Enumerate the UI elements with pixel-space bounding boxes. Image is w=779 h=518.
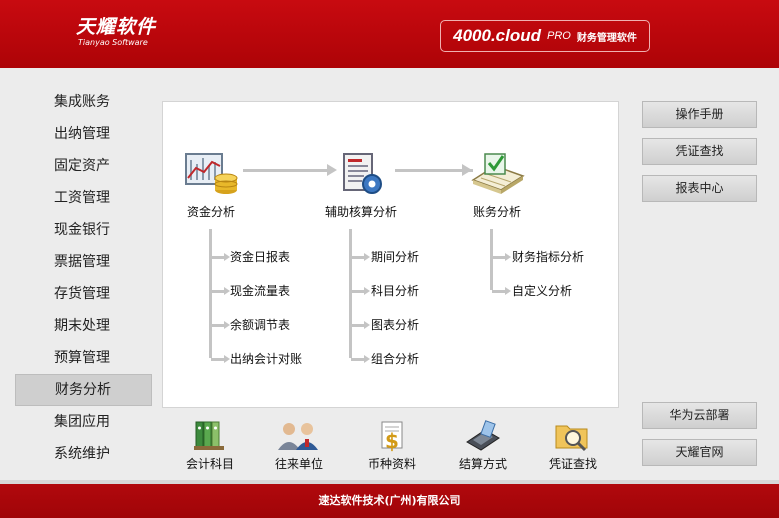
product-badge: 4000.cloud PRO 财务管理软件 [440, 20, 650, 52]
tree-line [349, 229, 352, 358]
sidebar-item-financial-analysis[interactable]: 财务分析 [15, 374, 152, 406]
node-label: 辅助核算分析 [324, 205, 397, 219]
product-desc: 财务管理软件 [576, 32, 637, 44]
sidebar-item-bills[interactable]: 票据管理 [15, 246, 152, 278]
link-cashier-accounting-reconcile[interactable]: 出纳会计对账 [230, 350, 302, 367]
tree-branch [211, 324, 225, 327]
link-balance-reconciliation[interactable]: 余额调节表 [230, 316, 290, 333]
link-combined-analysis[interactable]: 组合分析 [371, 350, 419, 367]
product-edition: PRO [547, 30, 571, 42]
sidebar-item-inventory[interactable]: 存货管理 [15, 278, 152, 310]
tree-line [490, 229, 493, 290]
tree-arrow [364, 355, 370, 363]
sidebar-item-group-apps[interactable]: 集团应用 [15, 406, 152, 438]
tree-arrow [364, 321, 370, 329]
node-ledger-analysis[interactable]: 账务分析 [461, 150, 533, 220]
node-fund-analysis[interactable]: 资金分析 [179, 150, 243, 220]
tree-branch [351, 324, 365, 327]
tree-arrow [364, 253, 370, 261]
report-center-button[interactable]: 报表中心 [642, 175, 757, 202]
official-website-button[interactable]: 天耀官网 [642, 439, 757, 466]
fund-chart-coins-icon [185, 153, 238, 194]
bottom-voucher-search[interactable]: 凭证查找 [538, 420, 608, 472]
bottom-label: 往来单位 [274, 457, 323, 471]
binders-icon [194, 421, 224, 450]
currency-doc-icon: $ [381, 421, 403, 452]
sidebar-item-cash-bank[interactable]: 现金银行 [15, 214, 152, 246]
sidebar-item-system-maintenance[interactable]: 系统维护 [15, 438, 152, 470]
sidebar-item-payroll[interactable]: 工资管理 [15, 182, 152, 214]
tree-branch [351, 358, 365, 361]
sidebar-item-budget[interactable]: 预算管理 [15, 342, 152, 374]
bottom-currency-data[interactable]: $ 币种资料 [357, 420, 427, 472]
link-fund-daily-report[interactable]: 资金日报表 [230, 248, 290, 265]
node-label: 账务分析 [472, 205, 521, 219]
voucher-search-button[interactable]: 凭证查找 [642, 138, 757, 165]
svg-text:$: $ [385, 429, 399, 452]
node-auxiliary-analysis[interactable]: 辅助核算分析 [311, 150, 411, 220]
bottom-label: 凭证查找 [548, 457, 597, 471]
tree-arrow [505, 253, 511, 261]
sidebar-item-integrated-ledger[interactable]: 集成账务 [15, 86, 152, 118]
sidebar-item-fixed-assets[interactable]: 固定资产 [15, 150, 152, 182]
node-label: 资金分析 [186, 205, 235, 219]
pos-terminal-icon [466, 420, 500, 451]
folder-search-icon [555, 425, 588, 452]
bottom-label: 会计科目 [185, 457, 234, 471]
tree-branch [351, 290, 365, 293]
tree-arrow [505, 287, 511, 295]
link-cash-flow-statement[interactable]: 现金流量表 [230, 282, 290, 299]
link-chart-analysis[interactable]: 图表分析 [371, 316, 419, 333]
bottom-label: 结算方式 [458, 457, 507, 471]
people-icon [278, 423, 318, 450]
brand-logo: 天耀软件 Tianyao Software [76, 16, 156, 48]
header-bar: 天耀软件 Tianyao Software 4000.cloud PRO 财务管… [0, 0, 779, 68]
link-financial-indicators[interactable]: 财务指标分析 [512, 248, 584, 265]
footer-company: 速达软件技术(广州)有限公司 [0, 484, 779, 518]
document-gear-icon [343, 153, 382, 194]
bottom-partner-units[interactable]: 往来单位 [264, 420, 334, 472]
bottom-settlement-methods[interactable]: 结算方式 [448, 420, 518, 472]
sidebar-item-cashier[interactable]: 出纳管理 [15, 118, 152, 150]
operation-manual-button[interactable]: 操作手册 [642, 101, 757, 128]
link-period-analysis[interactable]: 期间分析 [371, 248, 419, 265]
sidebar-nav: 集成账务 出纳管理 固定资产 工资管理 现金银行 票据管理 存货管理 期末处理 … [15, 86, 152, 470]
tree-branch [211, 290, 225, 293]
tree-branch [351, 256, 365, 259]
tree-line [209, 229, 212, 358]
logo-chinese-text: 天耀软件 [76, 16, 157, 38]
tree-branch [211, 256, 225, 259]
bottom-label: 币种资料 [367, 457, 416, 471]
analysis-panel: 资金分析 辅助核算分析 账务分析 资金日报表 现金流量表 余额调节表 出纳会计对… [162, 101, 619, 408]
tree-branch [492, 290, 506, 293]
logo-english-text: Tianyao Software [78, 38, 148, 47]
tree-arrow [364, 287, 370, 295]
sidebar-item-period-end[interactable]: 期末处理 [15, 310, 152, 342]
huawei-cloud-deploy-button[interactable]: 华为云部署 [642, 402, 757, 429]
ledger-book-icon [471, 153, 525, 194]
tree-branch [211, 358, 225, 361]
tree-branch [492, 256, 506, 259]
product-name: 4000.cloud [453, 26, 542, 45]
link-custom-analysis[interactable]: 自定义分析 [512, 282, 572, 299]
link-account-analysis[interactable]: 科目分析 [371, 282, 419, 299]
bottom-accounting-subjects[interactable]: 会计科目 [175, 420, 245, 472]
